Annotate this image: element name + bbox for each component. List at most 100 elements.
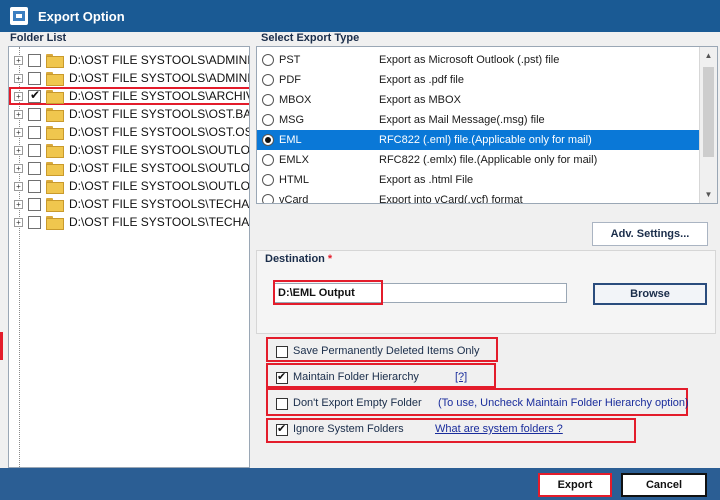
- destination-label: Destination *: [265, 253, 333, 265]
- expand-icon[interactable]: +: [14, 181, 23, 191]
- maintain-hierarchy-label: Maintain Folder Hierarchy: [293, 371, 419, 383]
- expand-icon[interactable]: +: [14, 217, 23, 227]
- export-type-name: MSG: [279, 114, 305, 126]
- export-type-description: Export as .html File: [379, 174, 474, 186]
- folder-icon: [46, 108, 64, 122]
- expand-icon[interactable]: +: [14, 73, 23, 83]
- folder-checkbox[interactable]: [28, 53, 41, 67]
- folder-checkbox[interactable]: [28, 197, 41, 211]
- radio-button[interactable]: [262, 114, 274, 126]
- folder-tree-item[interactable]: + D:\OST FILE SYSTOOLS\OUTLOOK.O: [9, 141, 250, 159]
- folder-path: D:\OST FILE SYSTOOLS\ADMINISTR: [69, 71, 250, 85]
- folder-checkbox[interactable]: [28, 143, 41, 157]
- folder-icon: [46, 126, 64, 140]
- save-deleted-checkbox[interactable]: [276, 346, 288, 358]
- expand-icon[interactable]: +: [14, 163, 23, 173]
- folder-checkbox[interactable]: [28, 107, 41, 121]
- folder-tree-item[interactable]: + D:\OST FILE SYSTOOLS\OST.OST: [9, 123, 249, 141]
- dialog-body: Folder List + D:\OST FILE SYSTOOLS\ADMINI…: [0, 32, 720, 468]
- folder-tree-item[interactable]: + D:\OST FILE SYSTOOLS\ADMINISTR: [9, 51, 250, 69]
- scroll-up-icon[interactable]: ▲: [700, 47, 717, 64]
- export-type-option-pst[interactable]: PST Export as Microsoft Outlook (.pst) fi…: [257, 50, 699, 70]
- folder-checkbox[interactable]: [28, 71, 41, 85]
- folder-list-label: Folder List: [10, 32, 67, 44]
- folder-icon: [46, 54, 64, 68]
- title-bar: Export Option: [0, 0, 720, 32]
- folder-tree-item[interactable]: + D:\OST FILE SYSTOOLS\ADMINISTR: [9, 69, 250, 87]
- scroll-thumb[interactable]: [703, 67, 714, 157]
- folder-tree-item[interactable]: + D:\OST FILE SYSTOOLS\TECHALPH: [9, 213, 250, 231]
- folder-icon: [46, 144, 64, 158]
- expand-icon[interactable]: +: [14, 55, 23, 65]
- export-type-description: RFC822 (.eml) file.(Applicable only for …: [379, 134, 592, 146]
- dont-export-empty-label: Don't Export Empty Folder: [293, 397, 422, 409]
- export-type-name: vCard: [279, 194, 309, 204]
- system-folders-help-link[interactable]: What are system folders ?: [435, 423, 563, 435]
- browse-button[interactable]: Browse: [593, 283, 707, 305]
- folder-path: D:\OST FILE SYSTOOLS\ARCHIVE1.O: [69, 89, 249, 103]
- export-button[interactable]: Export: [538, 473, 612, 497]
- export-type-option-emlx[interactable]: EMLX RFC822 (.emlx) file.(Applicable only…: [257, 150, 699, 170]
- radio-button[interactable]: [262, 94, 274, 106]
- radio-button[interactable]: [262, 174, 274, 186]
- maintain-hierarchy-help-link[interactable]: [?]: [455, 371, 467, 383]
- radio-button[interactable]: [262, 74, 274, 86]
- folder-path: D:\OST FILE SYSTOOLS\OUTLOOK.O: [69, 143, 250, 157]
- folder-path: D:\OST FILE SYSTOOLS\OST.BAK: [69, 107, 250, 121]
- export-type-option-msg[interactable]: MSG Export as Mail Message(.msg) file: [257, 110, 699, 130]
- folder-checkbox[interactable]: [28, 88, 41, 103]
- folder-path: D:\OST FILE SYSTOOLS\OUTLOOK2: [69, 179, 250, 193]
- expand-icon[interactable]: +: [14, 199, 23, 209]
- expand-icon[interactable]: +: [14, 109, 23, 119]
- folder-tree-item[interactable]: + D:\OST FILE SYSTOOLS\OUTLOOK1: [9, 159, 249, 177]
- export-type-description: Export into vCard(.vcf) format: [379, 194, 523, 204]
- export-type-name: PDF: [279, 74, 301, 86]
- folder-checkbox[interactable]: [28, 215, 41, 229]
- expand-icon[interactable]: +: [14, 91, 23, 101]
- folder-tree-item[interactable]: + D:\OST FILE SYSTOOLS\OUTLOOK2: [9, 177, 250, 195]
- folder-tree-item[interactable]: + D:\OST FILE SYSTOOLS\OST.BAK: [9, 105, 250, 123]
- export-type-name: MBOX: [279, 94, 312, 106]
- folder-path: D:\OST FILE SYSTOOLS\TECHALPH: [69, 197, 250, 211]
- destination-highlight: [273, 280, 383, 305]
- folder-checkbox[interactable]: [28, 161, 41, 175]
- folder-tree-item[interactable]: + D:\OST FILE SYSTOOLS\ARCHIVE1.O: [9, 87, 249, 105]
- folder-icon: [46, 90, 64, 104]
- export-type-label: Select Export Type: [261, 32, 360, 44]
- folder-path: D:\OST FILE SYSTOOLS\ADMINISTR: [69, 53, 250, 67]
- export-type-option-mbox[interactable]: MBOX Export as MBOX: [257, 90, 699, 110]
- radio-button[interactable]: [262, 54, 274, 66]
- folder-tree[interactable]: + D:\OST FILE SYSTOOLS\ADMINISTR + D:\OST F…: [8, 46, 250, 468]
- folder-checkbox[interactable]: [28, 125, 41, 139]
- adv-settings-button[interactable]: Adv. Settings...: [592, 222, 708, 246]
- export-type-option-html[interactable]: HTML Export as .html File: [257, 170, 699, 190]
- folder-path: D:\OST FILE SYSTOOLS\TECHALPH: [69, 215, 250, 229]
- export-type-option-eml[interactable]: EML RFC822 (.eml) file.(Applicable only f…: [257, 130, 699, 150]
- folder-tree-item[interactable]: + D:\OST FILE SYSTOOLS\TECHALPH: [9, 195, 250, 213]
- dont-export-empty-checkbox[interactable]: [276, 398, 288, 410]
- export-type-option-pdf[interactable]: PDF Export as .pdf file: [257, 70, 699, 90]
- maintain-hierarchy-checkbox[interactable]: [276, 370, 288, 384]
- radio-button[interactable]: [262, 194, 274, 203]
- export-type-description: Export as Microsoft Outlook (.pst) file: [379, 54, 560, 66]
- scroll-down-icon[interactable]: ▼: [700, 186, 717, 203]
- folder-icon: [46, 216, 64, 230]
- folder-icon: [46, 72, 64, 86]
- folder-icon: [46, 162, 64, 176]
- radio-button[interactable]: [262, 134, 274, 146]
- cancel-button[interactable]: Cancel: [621, 473, 707, 497]
- export-list-scrollbar[interactable]: ▲ ▼: [699, 47, 717, 203]
- export-type-description: Export as Mail Message(.msg) file: [379, 114, 545, 126]
- expand-icon[interactable]: +: [14, 127, 23, 137]
- export-type-option-vcard[interactable]: vCard Export into vCard(.vcf) format: [257, 190, 699, 204]
- export-type-name: HTML: [279, 174, 309, 186]
- export-type-description: Export as MBOX: [379, 94, 461, 106]
- window-title: Export Option: [38, 8, 125, 24]
- expand-icon[interactable]: +: [14, 145, 23, 155]
- folder-checkbox[interactable]: [28, 179, 41, 193]
- export-type-name: EMLX: [279, 154, 309, 166]
- ignore-system-checkbox[interactable]: [276, 422, 288, 436]
- radio-button[interactable]: [262, 154, 274, 166]
- folder-icon: [46, 180, 64, 194]
- export-type-list[interactable]: vCard Export into vCard(.vcf) format HTML E…: [256, 46, 718, 204]
